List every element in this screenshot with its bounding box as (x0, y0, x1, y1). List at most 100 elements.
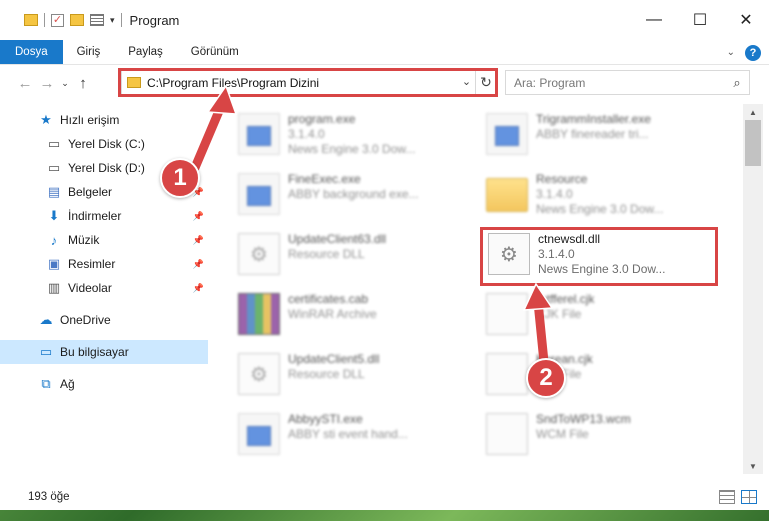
vertical-scrollbar[interactable]: ▲ ▼ (743, 104, 763, 474)
exe-icon (486, 113, 528, 155)
back-arrow-icon[interactable]: ← (14, 75, 36, 92)
file-description: CJK File (536, 307, 582, 321)
search-input[interactable]: Ara: Program (514, 76, 725, 90)
sidebar-item-label: Yerel Disk (D:) (68, 161, 145, 175)
file-description: WinRAR Archive (288, 307, 377, 321)
customize-dropdown-icon[interactable]: ▾ (110, 15, 115, 26)
file-item[interactable]: certificates.cab WinRAR Archive (234, 290, 474, 346)
file-description: ABBY sti event hand... (288, 427, 408, 441)
drive-icon: ▭ (47, 160, 61, 175)
up-arrow-icon[interactable]: ↑ (72, 75, 94, 92)
file-item[interactable]: SndToWP13.wcm WCM File (482, 410, 722, 466)
tab-home[interactable]: Giriş (63, 40, 115, 64)
file-description: WCM File (536, 427, 589, 441)
file-description: News Engine 3.0 Dow... (536, 202, 664, 216)
search-icon[interactable]: ⌕ (725, 75, 749, 91)
file-name: certificates.cab (288, 292, 369, 306)
pin-icon[interactable]: 📌 (193, 211, 204, 222)
file-item[interactable]: Korean.cjk CJK File (482, 350, 722, 406)
close-button[interactable]: ✕ (723, 0, 769, 40)
sidebar-item-pictures[interactable]: ▣ Resimler 📌 (0, 252, 208, 276)
file-description: ABBY finereader tri... (536, 127, 649, 141)
pin-icon[interactable]: 📌 (193, 235, 204, 246)
document-icon (486, 413, 528, 455)
tab-view[interactable]: Görünüm (177, 40, 253, 64)
step-badge-2: 2 (526, 358, 566, 398)
scrollbar-thumb[interactable] (745, 120, 761, 166)
refresh-icon[interactable]: ↻ (476, 74, 496, 91)
expand-ribbon-icon[interactable]: ⌄ (727, 47, 735, 58)
file-item-ctnewsdl[interactable]: ⚙ ctnewsdl.dll 3.1.4.0 News Engine 3.0 D… (484, 230, 724, 286)
file-item[interactable]: FineExec.exe ABBY background exe... (234, 170, 474, 226)
address-dropdown-icon[interactable]: ⌄ (458, 71, 476, 94)
separator (44, 13, 45, 27)
computer-icon: ▭ (39, 344, 53, 359)
file-version: 3.1.4.0 (538, 247, 575, 261)
new-folder-icon[interactable] (70, 14, 84, 26)
help-icon[interactable]: ? (745, 44, 761, 61)
sidebar-item-label: OneDrive (60, 313, 111, 327)
explorer-window: ✓ ▾ Program — ☐ ✕ Dosya Giriş Paylaş Gör… (0, 0, 769, 510)
document-icon (486, 293, 528, 335)
cloud-icon: ☁ (39, 312, 53, 327)
properties-check-icon[interactable]: ✓ (51, 13, 64, 27)
file-item[interactable]: ⚙ UpdateClient5.dll Resource DLL (234, 350, 474, 406)
sidebar-item-onedrive[interactable]: ☁ OneDrive (0, 308, 208, 332)
separator (120, 13, 122, 27)
tab-file[interactable]: Dosya (0, 40, 63, 64)
sidebar-item-videos[interactable]: ▥ Videolar 📌 (0, 276, 208, 300)
sidebar-item-local-disk-c[interactable]: ▭ Yerel Disk (C:) (0, 132, 208, 156)
download-arrow-icon: ⬇ (48, 208, 60, 223)
pin-icon[interactable]: 📌 (193, 259, 204, 270)
scroll-up-arrow-icon[interactable]: ▲ (743, 104, 763, 120)
sidebar-item-label: Videolar (68, 281, 112, 295)
quick-access-toolbar: ✓ ▾ (0, 0, 122, 40)
minimize-button[interactable]: — (631, 0, 677, 40)
file-item[interactable]: Resource 3.1.4.0 News Engine 3.0 Dow... (482, 170, 722, 226)
sidebar-item-label: Hızlı erişim (60, 113, 120, 127)
file-name: FineExec.exe (288, 172, 361, 186)
ribbon-right: ⌄ ? (727, 40, 761, 65)
address-path[interactable]: C:\Program Files\Program Dizini (147, 76, 458, 90)
file-item[interactable]: program.exe 3.1.4.0 News Engine 3.0 Dow.… (234, 110, 474, 166)
address-bar[interactable]: C:\Program Files\Program Dizini ⌄ ↻ (121, 70, 497, 95)
file-description: Resource DLL (288, 247, 365, 261)
forward-arrow-icon[interactable]: → (36, 75, 58, 92)
file-name: SndToWP13.wcm (536, 412, 631, 426)
gear-icon: ⚙ (488, 233, 530, 275)
sidebar-item-network[interactable]: ⧉ Ağ (0, 372, 208, 396)
status-bar: 193 öğe (0, 484, 769, 510)
sidebar-item-music[interactable]: ♪ Müzik 📌 (0, 228, 208, 252)
sidebar-item-quick-access[interactable]: ★ Hızlı erişim (0, 108, 208, 132)
file-item[interactable]: ⚙ UpdateClient63.dll Resource DLL (234, 230, 474, 286)
sidebar-item-label: Belgeler (68, 185, 113, 199)
details-view-icon[interactable] (719, 490, 735, 504)
drive-icon: ▭ (47, 136, 61, 151)
file-item[interactable]: TrigrammInstaller.exe ABBY finereader tr… (482, 110, 722, 166)
search-box[interactable]: Ara: Program ⌕ (505, 70, 750, 95)
document-icon (486, 353, 528, 395)
file-name: UpdateClient63.dll (288, 232, 387, 246)
folder-icon (127, 77, 141, 88)
properties-icon[interactable] (90, 14, 104, 26)
file-item[interactable]: AbbyySTI.exe ABBY sti event hand... (234, 410, 474, 466)
folder-icon[interactable] (24, 14, 38, 26)
pin-icon[interactable]: 📌 (193, 283, 204, 294)
large-icons-view-icon[interactable] (741, 490, 757, 504)
file-item[interactable]: ratfferel.cjk CJK File (482, 290, 722, 346)
sidebar-item-this-pc[interactable]: ▭ Bu bilgisayar (0, 340, 208, 364)
file-name: TrigrammInstaller.exe (536, 112, 651, 126)
sidebar-item-label: Ağ (60, 377, 75, 391)
sidebar-item-label: Resimler (68, 257, 116, 271)
file-name: ctnewsdl.dll (538, 232, 601, 246)
scroll-down-arrow-icon[interactable]: ▼ (743, 458, 763, 474)
sidebar-item-label: Müzik (68, 233, 100, 247)
view-buttons (719, 490, 757, 504)
maximize-button[interactable]: ☐ (677, 0, 723, 40)
sidebar-item-downloads[interactable]: ⬇ İndirmeler 📌 (0, 204, 208, 228)
file-version: 3.1.4.0 (288, 127, 325, 141)
tab-share[interactable]: Paylaş (114, 40, 177, 64)
exe-icon (238, 173, 280, 215)
gear-icon: ⚙ (238, 353, 280, 395)
recent-locations-chevron-icon[interactable]: ⌄ (58, 78, 72, 89)
